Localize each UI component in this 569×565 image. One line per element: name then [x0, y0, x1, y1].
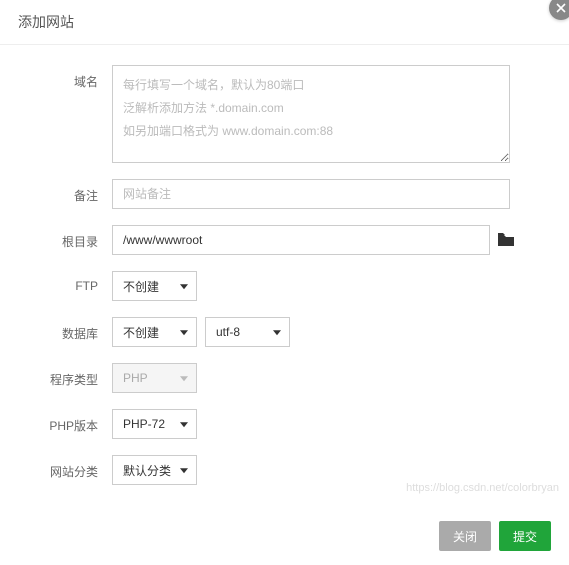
program-select: PHP: [112, 363, 197, 393]
chevron-down-icon: [180, 468, 188, 473]
category-select-value: 默认分类: [123, 462, 171, 479]
program-select-value: PHP: [123, 371, 148, 385]
form-body: 域名 备注 根目录 FTP 不创建: [0, 45, 569, 511]
submit-button[interactable]: 提交: [499, 521, 551, 551]
chevron-down-icon: [180, 422, 188, 427]
label-php: PHP版本: [30, 409, 112, 434]
row-php: PHP版本 PHP-72: [30, 409, 539, 439]
label-category: 网站分类: [30, 455, 112, 480]
dialog-footer: 关闭 提交: [0, 511, 569, 565]
dialog-title: 添加网站: [0, 0, 569, 45]
domain-input[interactable]: [112, 65, 510, 163]
php-select-value: PHP-72: [123, 417, 165, 431]
root-input[interactable]: [112, 225, 490, 255]
ftp-select-value: 不创建: [123, 278, 159, 295]
remark-input[interactable]: [112, 179, 510, 209]
cancel-button[interactable]: 关闭: [439, 521, 491, 551]
row-remark: 备注: [30, 179, 539, 209]
row-domain: 域名: [30, 65, 539, 163]
label-ftp: FTP: [30, 271, 112, 293]
chevron-down-icon: [273, 330, 281, 335]
row-category: 网站分类 默认分类: [30, 455, 539, 485]
database-select-value: 不创建: [123, 324, 159, 341]
row-program: 程序类型 PHP: [30, 363, 539, 393]
database-select[interactable]: 不创建: [112, 317, 197, 347]
label-program: 程序类型: [30, 363, 112, 388]
chevron-down-icon: [180, 376, 188, 381]
chevron-down-icon: [180, 330, 188, 335]
label-root: 根目录: [30, 225, 112, 250]
row-root: 根目录: [30, 225, 539, 255]
category-select[interactable]: 默认分类: [112, 455, 197, 485]
label-domain: 域名: [30, 65, 112, 90]
row-database: 数据库 不创建 utf-8: [30, 317, 539, 347]
row-ftp: FTP 不创建: [30, 271, 539, 301]
label-remark: 备注: [30, 179, 112, 204]
label-database: 数据库: [30, 317, 112, 342]
ftp-select[interactable]: 不创建: [112, 271, 197, 301]
php-select[interactable]: PHP-72: [112, 409, 197, 439]
folder-icon[interactable]: [498, 233, 514, 247]
chevron-down-icon: [180, 284, 188, 289]
charset-select[interactable]: utf-8: [205, 317, 290, 347]
charset-select-value: utf-8: [216, 325, 240, 339]
add-site-dialog: 添加网站 域名 备注 根目录 FTP: [0, 0, 569, 565]
